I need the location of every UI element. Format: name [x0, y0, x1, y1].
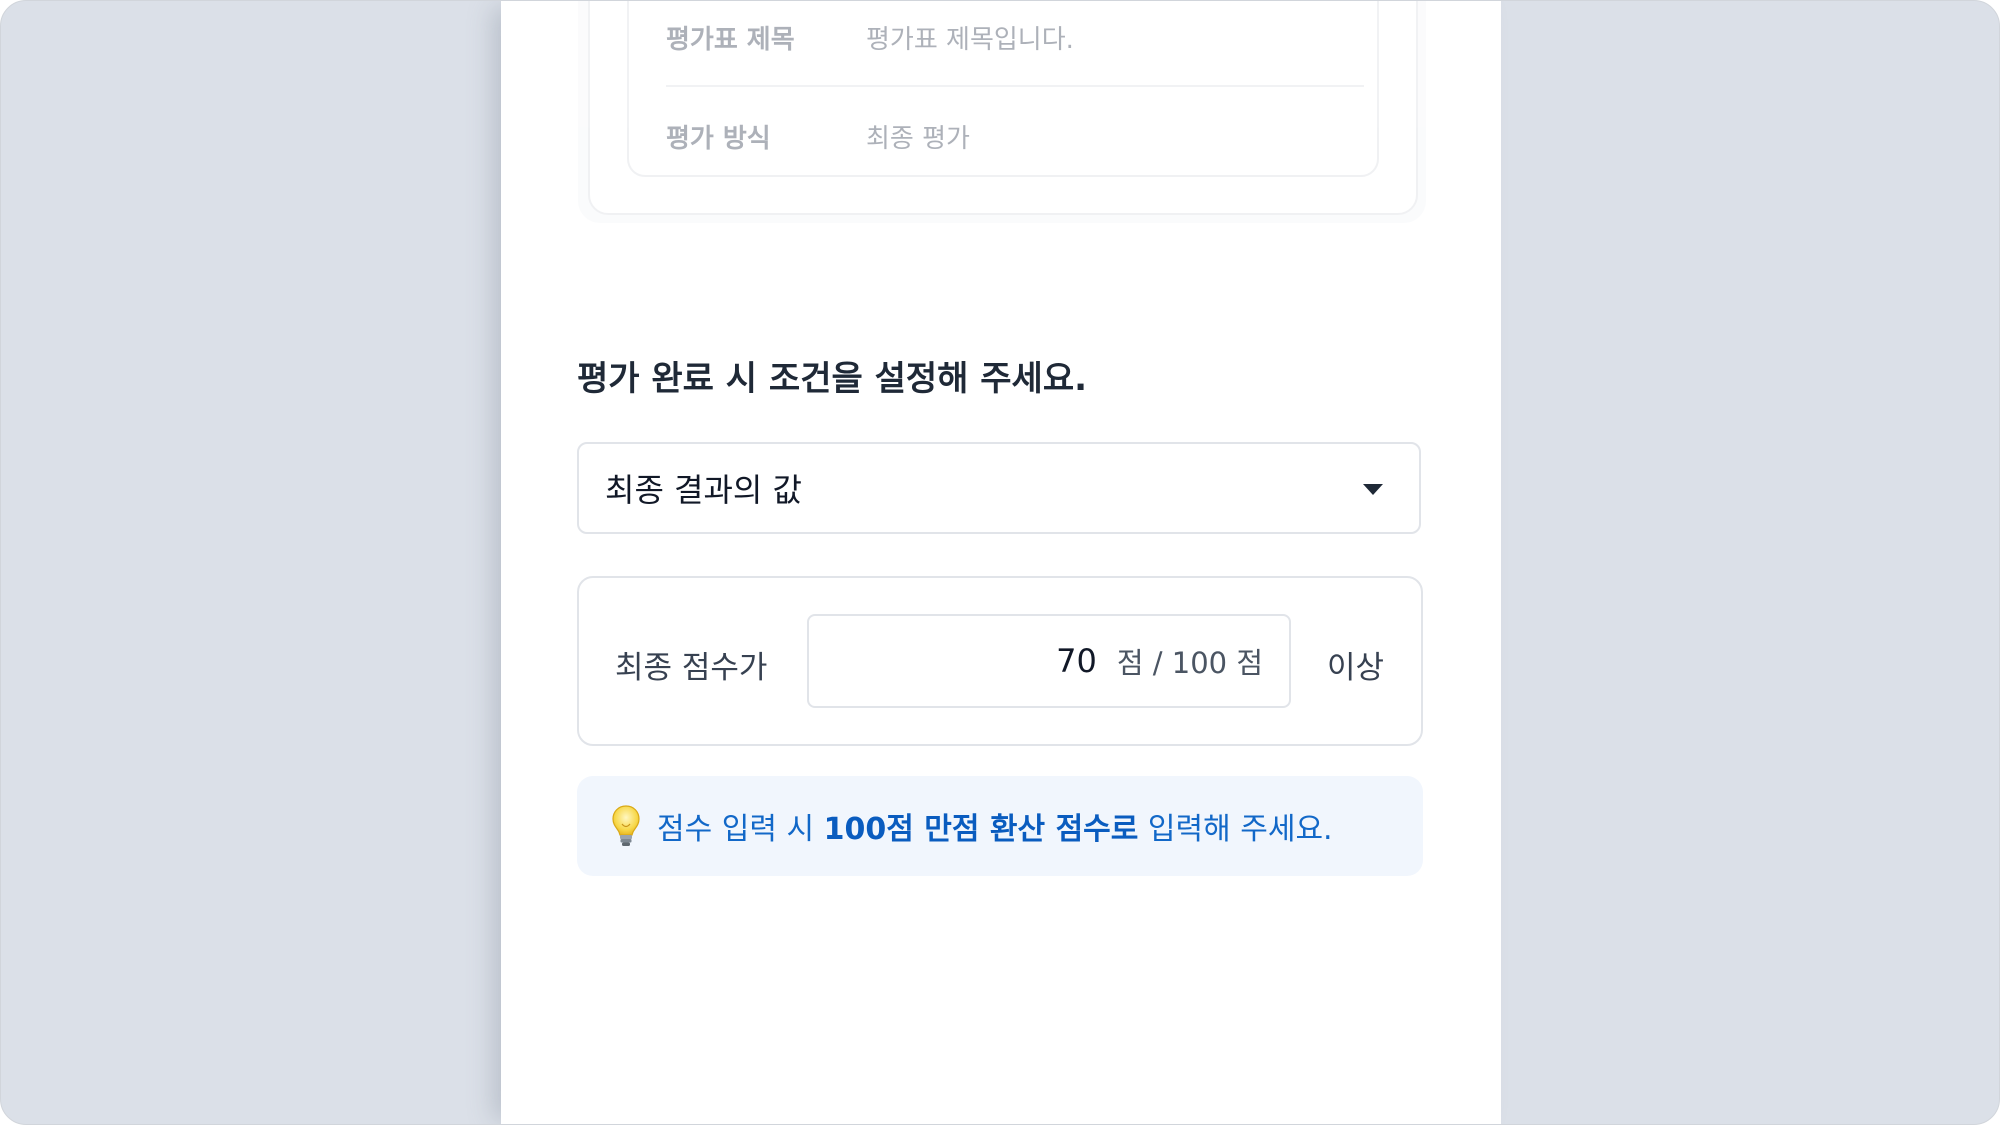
tip-text: 점수 입력 시 100점 만점 환산 점수로 입력해 주세요. — [657, 804, 1333, 848]
score-unit-label: 점 / 100 점 — [1116, 646, 1263, 680]
app-frame: 평가표 제목 평가표 제목입니다. 평가 방식 최종 평가 평가 완료 시 조건… — [0, 0, 2000, 1125]
evaluation-title-label: 평가표 제목 — [666, 24, 795, 55]
score-condition-card: 최종 점수가 점 / 100 점 이상 — [577, 576, 1423, 746]
condition-type-select[interactable]: 최종 결과의 값 — [577, 442, 1421, 534]
condition-type-selected-value: 최종 결과의 값 — [605, 471, 802, 509]
tip-text-after: 입력해 주세요. — [1138, 812, 1333, 847]
evaluation-title-row: 평가표 제목 평가표 제목입니다. — [666, 7, 1366, 67]
tip-text-before: 점수 입력 시 — [657, 812, 824, 847]
score-input[interactable] — [846, 642, 1097, 680]
completion-condition-heading: 평가 완료 시 조건을 설정해 주세요. — [577, 359, 1088, 399]
evaluation-info-card: 평가표 제목 평가표 제목입니다. 평가 방식 최종 평가 — [578, 1, 1426, 223]
condition-prefix-label: 최종 점수가 — [615, 650, 768, 686]
evaluation-info-box: 평가표 제목 평가표 제목입니다. 평가 방식 최종 평가 — [627, 1, 1379, 177]
evaluation-method-label: 평가 방식 — [666, 123, 771, 154]
tip-text-highlight: 100점 만점 환산 점수로 — [823, 812, 1139, 847]
info-divider — [666, 85, 1364, 87]
caret-down-icon — [1363, 484, 1383, 495]
settings-panel: 평가표 제목 평가표 제목입니다. 평가 방식 최종 평가 평가 완료 시 조건… — [501, 1, 1501, 1124]
condition-suffix-label: 이상 — [1327, 650, 1385, 686]
evaluation-title-value: 평가표 제목입니다. — [866, 24, 1074, 55]
evaluation-method-value: 최종 평가 — [866, 123, 970, 154]
evaluation-info-card-body: 평가표 제목 평가표 제목입니다. 평가 방식 최종 평가 — [588, 1, 1418, 215]
evaluation-method-row: 평가 방식 최종 평가 — [666, 106, 1366, 166]
score-tip-box: 점수 입력 시 100점 만점 환산 점수로 입력해 주세요. — [577, 776, 1423, 876]
score-input-field[interactable]: 점 / 100 점 — [807, 614, 1291, 708]
lightbulb-icon — [611, 804, 641, 848]
